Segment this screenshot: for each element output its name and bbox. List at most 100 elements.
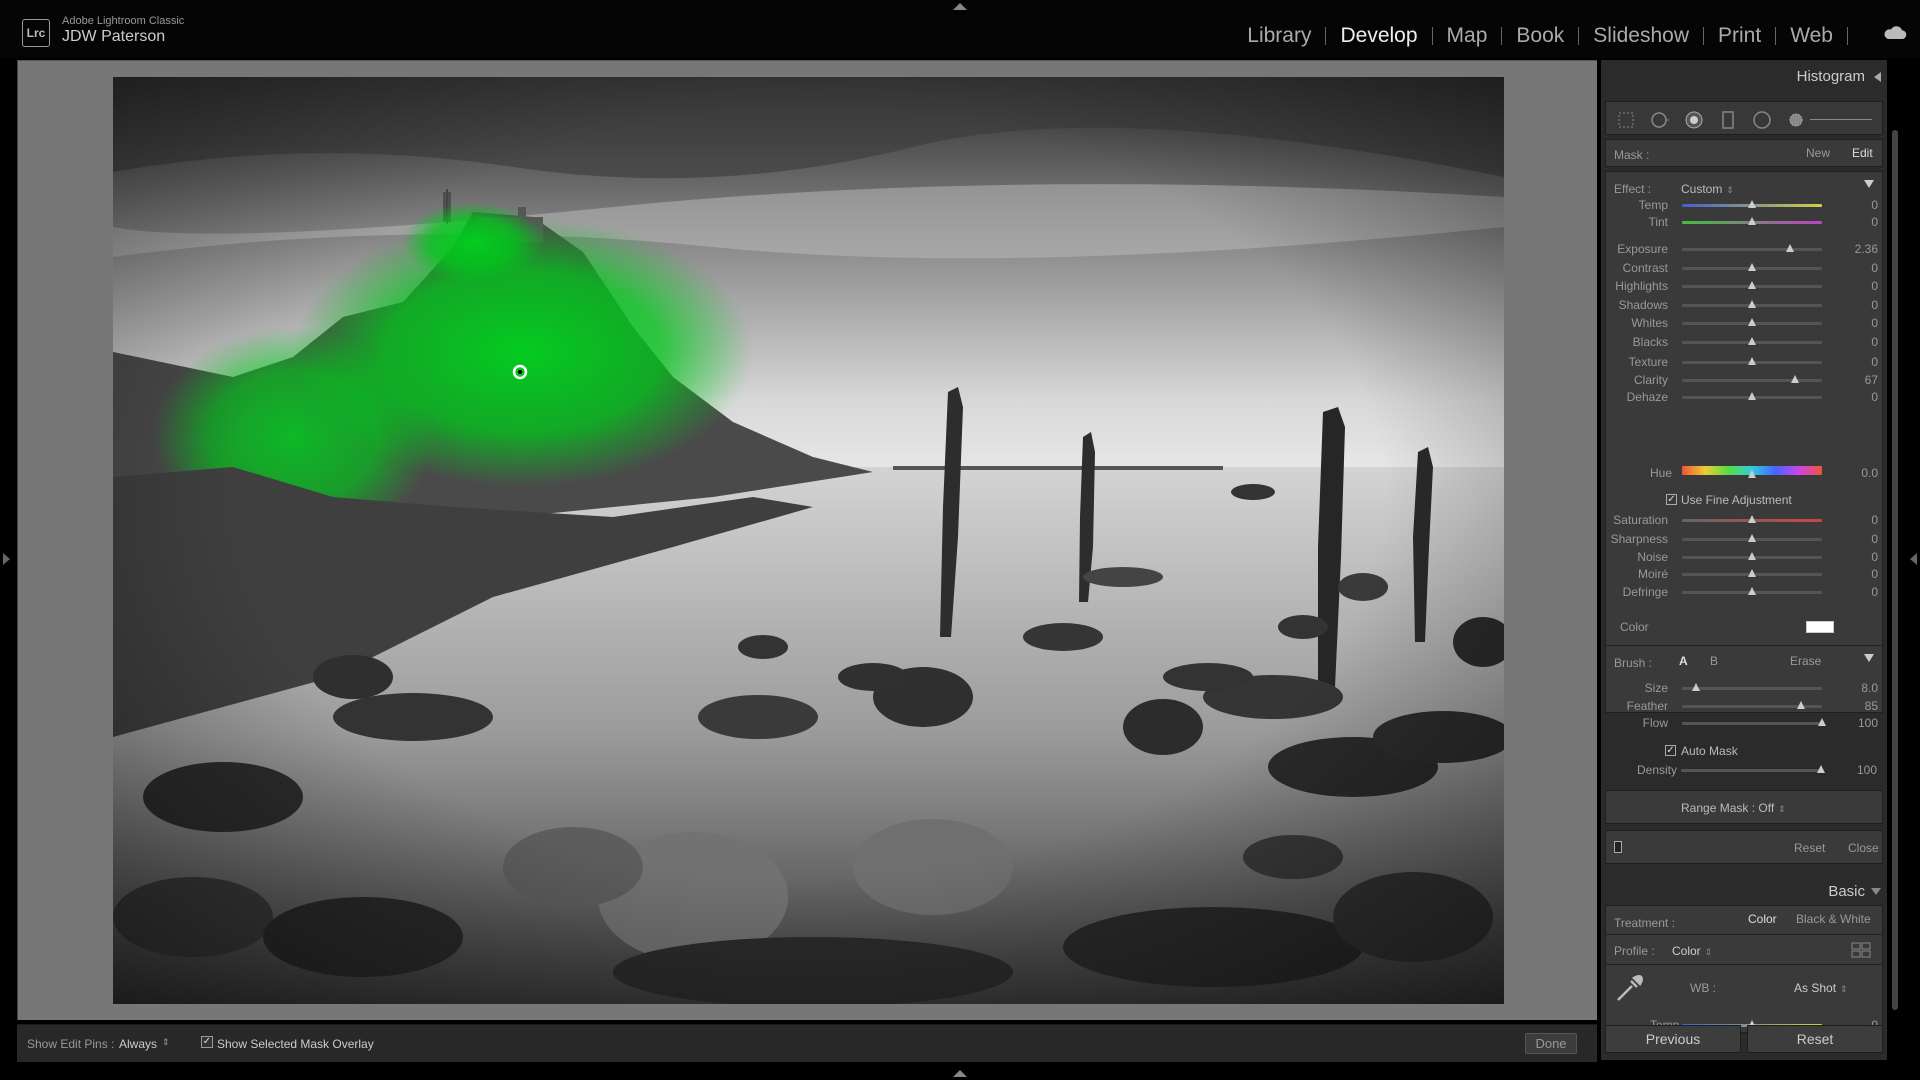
whites-slider[interactable]: [1682, 318, 1822, 326]
sharpness-value[interactable]: 0: [1838, 532, 1878, 546]
power-switch-icon[interactable]: [1614, 841, 1622, 853]
defringe-value[interactable]: 0: [1838, 585, 1878, 599]
hue-value[interactable]: 0.0: [1838, 466, 1878, 480]
density-value[interactable]: 100: [1837, 763, 1877, 777]
size-value[interactable]: 8.0: [1838, 681, 1878, 695]
adjustment-brush-icon[interactable]: [1786, 110, 1806, 130]
texture-slider[interactable]: [1682, 357, 1822, 365]
fine-adjust-label[interactable]: Use Fine Adjustment: [1681, 493, 1792, 507]
slider-thumb[interactable]: [1748, 357, 1756, 365]
size-slider[interactable]: [1682, 683, 1822, 691]
sharpness-slider[interactable]: [1682, 534, 1822, 542]
red-eye-icon[interactable]: [1684, 110, 1704, 130]
module-slideshow[interactable]: Slideshow: [1579, 24, 1703, 48]
slider-thumb[interactable]: [1748, 200, 1756, 208]
contrast-slider[interactable]: [1682, 262, 1822, 271]
histogram-header[interactable]: Histogram: [1601, 60, 1887, 90]
dehaze-value[interactable]: 0: [1838, 390, 1878, 404]
slider-thumb[interactable]: [1748, 470, 1756, 478]
noise-value[interactable]: 0: [1838, 550, 1878, 564]
reset-button[interactable]: Reset: [1747, 1025, 1883, 1053]
collapse-arrow-icon[interactable]: [1874, 72, 1881, 82]
module-map[interactable]: Map: [1433, 24, 1502, 48]
texture-value[interactable]: 0: [1838, 355, 1878, 369]
filmstrip-toggle-icon[interactable]: [953, 1070, 967, 1077]
brush-b-button[interactable]: B: [1710, 654, 1718, 668]
profile-select[interactable]: Color ⇕: [1672, 944, 1712, 958]
flow-value[interactable]: 100: [1838, 716, 1878, 730]
brush-collapse-icon[interactable]: [1864, 654, 1874, 662]
density-slider[interactable]: [1681, 765, 1825, 773]
whites-value[interactable]: 0: [1838, 316, 1878, 330]
crop-overlay-icon[interactable]: [1616, 110, 1636, 130]
graduated-filter-icon[interactable]: [1718, 110, 1738, 130]
show-edit-pins-select[interactable]: Always: [119, 1037, 157, 1051]
saturation-value[interactable]: 0: [1838, 513, 1878, 527]
slider-thumb[interactable]: [1692, 683, 1700, 691]
moir-slider[interactable]: [1682, 569, 1822, 577]
slider-thumb[interactable]: [1797, 700, 1805, 709]
photo-preview[interactable]: [113, 77, 1504, 1004]
identity-plate[interactable]: JDW Paterson: [62, 28, 165, 46]
slider-thumb[interactable]: [1748, 515, 1756, 523]
flow-slider[interactable]: [1682, 718, 1826, 726]
shadows-slider[interactable]: [1682, 299, 1822, 308]
slider-thumb[interactable]: [1748, 262, 1756, 271]
treatment-bw-button[interactable]: Black & White: [1796, 912, 1871, 926]
fine-adjust-checkbox[interactable]: ✓: [1666, 494, 1677, 505]
top-panel-toggle-icon[interactable]: [953, 3, 967, 10]
slider-thumb[interactable]: [1748, 318, 1756, 326]
wb-select[interactable]: As Shot ⇕: [1794, 981, 1848, 995]
module-print[interactable]: Print: [1704, 24, 1775, 48]
slider-thumb[interactable]: [1748, 551, 1756, 560]
slider-thumb[interactable]: [1748, 534, 1756, 542]
hue-slider[interactable]: [1682, 466, 1822, 478]
contrast-value[interactable]: 0: [1838, 261, 1878, 275]
highlights-value[interactable]: 0: [1838, 279, 1878, 293]
defringe-slider[interactable]: [1682, 586, 1822, 595]
exposure-value[interactable]: 2.36: [1838, 242, 1878, 256]
mask-edit-button[interactable]: Edit: [1852, 146, 1873, 160]
slider-thumb[interactable]: [1748, 217, 1756, 225]
module-develop[interactable]: Develop: [1326, 24, 1431, 48]
blacks-value[interactable]: 0: [1838, 335, 1878, 349]
radial-filter-icon[interactable]: [1752, 110, 1772, 130]
mask-overlay-checkbox[interactable]: ✓: [201, 1036, 213, 1048]
slider-thumb[interactable]: [1748, 586, 1756, 595]
auto-mask-checkbox[interactable]: ✓: [1665, 745, 1676, 756]
module-book[interactable]: Book: [1502, 24, 1578, 48]
brush-a-button[interactable]: A: [1679, 654, 1688, 668]
module-library[interactable]: Library: [1233, 24, 1325, 48]
blacks-slider[interactable]: [1682, 336, 1822, 345]
collapse-arrow-icon[interactable]: [1871, 888, 1881, 895]
slider-thumb[interactable]: [1818, 718, 1826, 726]
slider-thumb[interactable]: [1791, 374, 1800, 383]
clarity-value[interactable]: 67: [1838, 373, 1878, 387]
slider-thumb[interactable]: [1748, 569, 1756, 577]
effect-preset-select[interactable]: Custom ⇕: [1681, 182, 1734, 196]
temp-value[interactable]: 0: [1838, 198, 1878, 212]
slider-thumb[interactable]: [1748, 336, 1756, 345]
temp-slider[interactable]: [1682, 200, 1822, 208]
tint-slider[interactable]: [1682, 217, 1822, 225]
effect-collapse-icon[interactable]: [1864, 180, 1874, 188]
feather-value[interactable]: 85: [1838, 699, 1878, 713]
slider-thumb[interactable]: [1748, 392, 1756, 400]
mask-reset-button[interactable]: Reset: [1794, 841, 1825, 855]
moir-value[interactable]: 0: [1838, 567, 1878, 581]
mask-overlay-label[interactable]: Show Selected Mask Overlay: [217, 1037, 374, 1051]
cloud-icon[interactable]: [1882, 26, 1908, 40]
right-panel-toggle-icon[interactable]: [1910, 553, 1917, 565]
basic-header[interactable]: Basic: [1601, 875, 1887, 905]
tint-value[interactable]: 0: [1838, 215, 1878, 229]
left-panel-toggle-icon[interactable]: [3, 553, 10, 565]
color-swatch[interactable]: [1806, 621, 1834, 633]
mask-new-button[interactable]: New: [1806, 146, 1830, 160]
white-balance-eyedropper-icon[interactable]: [1614, 972, 1646, 1004]
profile-browser-icon[interactable]: [1851, 942, 1871, 958]
spot-removal-icon[interactable]: [1650, 110, 1670, 130]
slider-thumb[interactable]: [1785, 244, 1794, 252]
slider-thumb[interactable]: [1817, 765, 1825, 773]
slider-thumb[interactable]: [1748, 281, 1756, 289]
clarity-slider[interactable]: [1682, 374, 1822, 383]
